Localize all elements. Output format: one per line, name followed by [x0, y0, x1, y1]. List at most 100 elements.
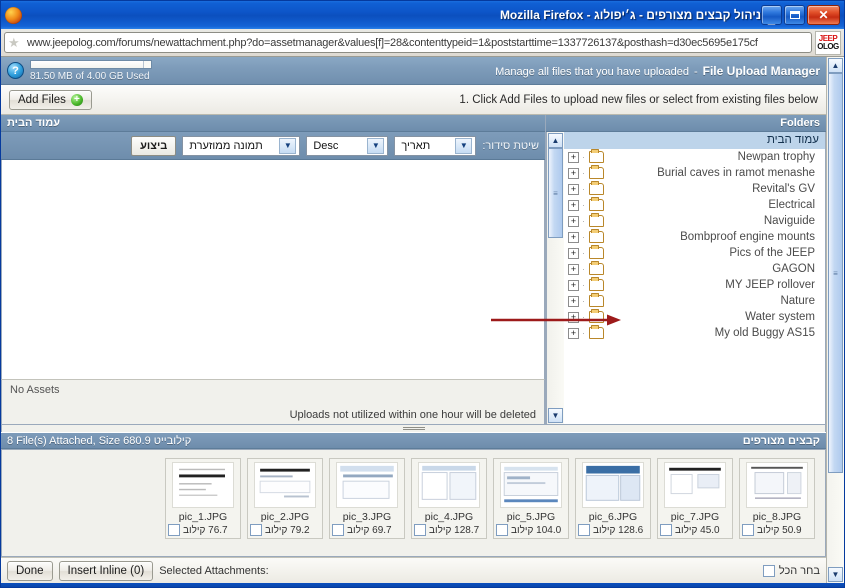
add-files-button[interactable]: Add Files + [9, 90, 92, 110]
folders-scroll-track[interactable]: ≡ [548, 148, 563, 408]
view-mode-value: תמונה ממוזערת [183, 140, 268, 152]
expand-folder-icon[interactable]: + [568, 200, 579, 211]
expand-folder-icon[interactable]: + [568, 248, 579, 259]
firefox-icon [5, 7, 22, 24]
attachment-size: 128.7 קילוב [429, 525, 479, 536]
sort-direction-select[interactable]: Desc ▼ [306, 136, 388, 156]
expand-folder-icon[interactable]: + [568, 296, 579, 307]
manager-subtitle: Manage all files that you have uploaded [495, 66, 689, 78]
maximize-button[interactable] [784, 5, 805, 25]
expand-folder-icon[interactable]: + [568, 184, 579, 195]
folder-root-item[interactable]: עמוד הבית [564, 132, 825, 149]
attachment-size: 45.0 קילוב [675, 525, 720, 536]
attachment-thumbnail[interactable]: pic_8.JPG50.9 קילוב [739, 458, 815, 539]
insert-inline-button[interactable]: Insert Inline (0) [59, 561, 154, 581]
tree-connector-icon: · [582, 232, 586, 242]
attachment-checkbox[interactable] [168, 524, 180, 536]
folder-item[interactable]: +·Electrical [564, 197, 825, 213]
assets-panel-header: עמוד הבית [1, 115, 545, 132]
done-button[interactable]: Done [7, 561, 53, 581]
attachment-thumbnail[interactable]: pic_3.JPG69.7 קילוב [329, 458, 405, 539]
folder-label: Pics of the JEEP [607, 247, 815, 259]
expand-folder-icon[interactable]: + [568, 168, 579, 179]
attachment-meta: 76.7 קילוב [168, 524, 238, 536]
folders-scroll-thumb[interactable]: ≡ [548, 148, 563, 238]
expand-folder-icon[interactable]: + [568, 280, 579, 291]
select-all-checkbox[interactable] [763, 565, 775, 577]
page-scroll-up-button[interactable]: ▲ [828, 58, 843, 73]
expand-folder-icon[interactable]: + [568, 216, 579, 227]
attachment-checkbox[interactable] [578, 524, 590, 536]
attachment-thumbnail[interactable]: pic_1.JPG76.7 קילוב [165, 458, 241, 539]
attachment-checkbox[interactable] [414, 524, 426, 536]
attachment-meta: 104.0 קילוב [496, 524, 566, 536]
expand-folder-icon[interactable]: + [568, 232, 579, 243]
folder-item[interactable]: +·Pics of the JEEP [564, 245, 825, 261]
sort-by-select[interactable]: תאריך ▼ [394, 136, 476, 156]
tree-connector-icon: · [582, 280, 586, 290]
attachment-checkbox[interactable] [332, 524, 344, 536]
insert-inline-label: Insert Inline (0) [68, 565, 145, 577]
folder-item[interactable]: +·GAGON [564, 261, 825, 277]
assets-grid[interactable] [1, 160, 545, 379]
attachment-size: 128.6 קילוב [593, 525, 643, 536]
sort-label: שיטת סידור: [482, 140, 539, 152]
attachment-thumbnail[interactable]: pic_5.JPG104.0 קילוב [493, 458, 569, 539]
folder-item[interactable]: +·Bombproof engine mounts [564, 229, 825, 245]
attachment-thumbnail[interactable]: pic_2.JPG79.2 קילוב [247, 458, 323, 539]
folder-icon [589, 311, 604, 323]
folder-icon [589, 183, 604, 195]
attachment-thumbnail[interactable]: pic_7.JPG45.0 קילוב [657, 458, 733, 539]
quota-progress-bar [30, 60, 152, 69]
close-button[interactable]: ✕ [807, 5, 840, 25]
folder-icon [589, 231, 604, 243]
panel-splitter[interactable] [1, 425, 826, 432]
help-icon[interactable]: ? [7, 62, 24, 79]
attachment-checkbox[interactable] [250, 524, 262, 536]
folder-item[interactable]: +·My old Buggy AS15 [564, 325, 825, 341]
folder-item[interactable]: +·Revital's GV [564, 181, 825, 197]
attachment-checkbox[interactable] [496, 524, 508, 536]
chevron-down-icon: ▼ [279, 138, 296, 154]
expand-folder-icon[interactable]: + [568, 312, 579, 323]
folder-label: MY JEEP rollover [607, 279, 815, 291]
no-assets-text: No Assets [10, 384, 536, 396]
apply-sort-button[interactable]: ביצוע [131, 136, 176, 156]
bookmark-star-icon[interactable]: ★ [8, 36, 23, 49]
expand-folder-icon[interactable]: + [568, 328, 579, 339]
tree-connector-icon: · [582, 328, 586, 338]
folder-item[interactable]: +·Newpan trophy [564, 149, 825, 165]
folders-column: Folders ▲ ≡ ▼ עמוד הבית +·Newpan trophy+… [546, 115, 826, 425]
attachment-checkbox[interactable] [660, 524, 672, 536]
minimize-icon: _ [768, 12, 775, 25]
expand-folder-icon[interactable]: + [568, 152, 579, 163]
page-scroll-down-button[interactable]: ▼ [828, 567, 843, 582]
attachments-title: קבצים מצורפים [743, 435, 820, 447]
page-scrollbar[interactable]: ▲ ≡ ▼ [826, 57, 844, 583]
attachment-thumbnail[interactable]: pic_4.JPG128.7 קילוב [411, 458, 487, 539]
navigation-bar: ★ www.jeepolog.com/forums/newattachment.… [1, 29, 844, 57]
minimize-button[interactable]: _ [761, 5, 782, 25]
scroll-down-button[interactable]: ▼ [548, 408, 563, 423]
attachment-filename: pic_6.JPG [589, 511, 637, 523]
folder-item[interactable]: +·Nature [564, 293, 825, 309]
assets-column: עמוד הבית שיטת סידור: תאריך ▼ Desc ▼ תמו… [1, 115, 546, 425]
select-all-control[interactable]: בחר הכל [763, 565, 820, 577]
attachment-thumbnail[interactable]: pic_6.JPG 128.6 קילוב [575, 458, 651, 539]
url-bar[interactable]: ★ www.jeepolog.com/forums/newattachment.… [4, 32, 812, 53]
add-files-label: Add Files [18, 94, 66, 106]
add-files-row: Add Files + 1. Click Add Files to upload… [1, 85, 826, 115]
page-scroll-thumb[interactable]: ≡ [828, 73, 843, 473]
folder-item[interactable]: +·Water system [564, 309, 825, 325]
folder-item[interactable]: +·Burial caves in ramot menashe [564, 165, 825, 181]
folder-item[interactable]: +· MY JEEP rollover [564, 277, 825, 293]
page-scroll-track[interactable]: ≡ [828, 73, 843, 567]
folder-icon [589, 295, 604, 307]
manager-header: ? 81.50 MB of 4.00 GB Used Manage all fi… [1, 57, 826, 85]
folders-scrollbar[interactable]: ▲ ≡ ▼ [546, 132, 564, 425]
scroll-up-button[interactable]: ▲ [548, 133, 563, 148]
attachment-checkbox[interactable] [742, 524, 754, 536]
expand-folder-icon[interactable]: + [568, 264, 579, 275]
view-mode-select[interactable]: תמונה ממוזערת ▼ [182, 136, 300, 156]
folder-item[interactable]: +·Naviguide [564, 213, 825, 229]
